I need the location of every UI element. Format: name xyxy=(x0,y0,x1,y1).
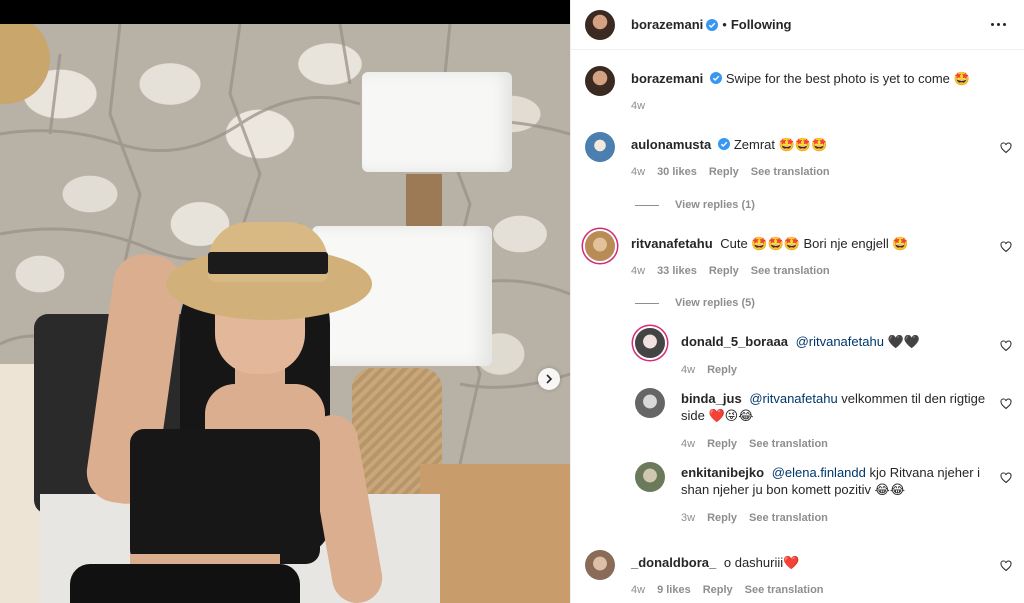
reply-item: enkitanibejko @elena.finlandd kjo Ritvan… xyxy=(635,462,1012,498)
divider xyxy=(635,302,659,304)
reply-text: 🖤🖤 xyxy=(887,334,920,349)
lamp-shade xyxy=(362,72,512,172)
comment-meta: 4w 30 likes Reply See translation xyxy=(631,166,830,178)
timestamp[interactable]: 4w xyxy=(631,166,645,178)
replier-avatar[interactable] xyxy=(635,388,665,418)
reply-button[interactable]: Reply xyxy=(703,584,733,596)
comment-username[interactable]: _donaldbora_ xyxy=(631,555,716,570)
reply-meta: 4w Reply See translation xyxy=(681,438,828,450)
heart-outline-icon[interactable] xyxy=(1000,340,1012,352)
commenter-avatar[interactable] xyxy=(585,550,615,580)
more-options-icon[interactable] xyxy=(987,19,1010,30)
verified-badge-icon xyxy=(710,72,723,84)
heart-outline-icon[interactable] xyxy=(1000,142,1012,154)
replier-avatar[interactable] xyxy=(635,462,665,492)
reply-item: donald_5_boraaa @ritvanafetahu 🖤🖤 xyxy=(635,328,1012,358)
likes-count[interactable]: 33 likes xyxy=(657,265,697,277)
heart-outline-icon[interactable] xyxy=(1000,472,1012,484)
author-avatar[interactable] xyxy=(585,9,615,40)
reply-item: binda_jus @ritvanafetahu velkommen til d… xyxy=(635,388,1012,424)
author-username[interactable]: borazemani xyxy=(631,17,703,32)
see-translation-button[interactable]: See translation xyxy=(751,265,830,277)
reply-button[interactable]: Reply xyxy=(709,166,739,178)
mention-link[interactable]: @elena.finlandd xyxy=(772,465,866,480)
comment-username[interactable]: aulonamusta xyxy=(631,137,711,152)
reply-button[interactable]: Reply xyxy=(707,364,737,376)
reply-meta: 3w Reply See translation xyxy=(681,512,828,524)
post-media xyxy=(0,0,570,603)
verified-badge-icon xyxy=(706,18,719,31)
see-translation-button[interactable]: See translation xyxy=(749,512,828,524)
see-translation-button[interactable]: See translation xyxy=(745,584,824,596)
post-header: borazemani • Following xyxy=(571,0,1024,50)
heart-outline-icon[interactable] xyxy=(1000,398,1012,410)
timestamp[interactable]: 4w xyxy=(631,584,645,596)
comment-text: o dashuriii❤️ xyxy=(723,555,800,570)
heart-outline-icon[interactable] xyxy=(1000,560,1012,572)
replier-avatar[interactable] xyxy=(635,328,665,358)
caption-text: Swipe for the best photo is yet to come … xyxy=(725,71,970,86)
post-photo xyxy=(0,24,570,603)
reply-meta: 4w Reply xyxy=(681,364,737,376)
caption-username[interactable]: borazemani xyxy=(631,71,703,86)
view-replies-label: View replies (5) xyxy=(675,297,755,309)
timestamp[interactable]: 4w xyxy=(681,438,695,450)
comment-item: ritvanafetahu Cute 🤩🤩🤩 Bori nje engjell … xyxy=(585,231,1012,261)
reply-button[interactable]: Reply xyxy=(707,438,737,450)
comment-username[interactable]: ritvanafetahu xyxy=(631,236,713,251)
timestamp[interactable]: 4w xyxy=(631,265,645,277)
author-avatar[interactable] xyxy=(585,66,615,96)
reply-username[interactable]: enkitanibejko xyxy=(681,465,764,480)
commenter-avatar[interactable] xyxy=(585,132,615,162)
comment-item: _donaldbora_ o dashuriii❤️ xyxy=(585,550,1012,580)
mention-link[interactable]: @ritvanafetahu xyxy=(796,334,884,349)
divider xyxy=(635,204,659,206)
view-replies-button[interactable]: View replies (5) xyxy=(635,297,755,309)
timestamp[interactable]: 3w xyxy=(681,512,695,524)
comment-text: Cute 🤩🤩🤩 Bori nje engjell 🤩 xyxy=(720,236,909,251)
separator-dot: • xyxy=(722,17,727,32)
reply-username[interactable]: binda_jus xyxy=(681,391,742,406)
see-translation-button[interactable]: See translation xyxy=(749,438,828,450)
verified-badge-icon xyxy=(718,138,731,150)
comment-item: aulonamusta Zemrat 🤩🤩🤩 xyxy=(585,132,1012,162)
chevron-right-icon xyxy=(546,374,553,384)
commenter-avatar[interactable] xyxy=(585,231,615,261)
reply-button[interactable]: Reply xyxy=(707,512,737,524)
view-replies-label: View replies (1) xyxy=(675,199,755,211)
mention-link[interactable]: @ritvanafetahu xyxy=(749,391,837,406)
comment-meta: 4w 9 likes Reply See translation xyxy=(631,584,824,596)
following-button[interactable]: Following xyxy=(731,17,792,32)
timestamp[interactable]: 4w xyxy=(681,364,695,376)
likes-count[interactable]: 9 likes xyxy=(657,584,691,596)
view-replies-button[interactable]: View replies (1) xyxy=(635,199,755,211)
heart-outline-icon[interactable] xyxy=(1000,241,1012,253)
next-photo-button[interactable] xyxy=(538,368,560,390)
comment-text: Zemrat 🤩🤩🤩 xyxy=(733,137,828,152)
see-translation-button[interactable]: See translation xyxy=(751,166,830,178)
comment-meta: 4w 33 likes Reply See translation xyxy=(631,265,830,277)
timestamp[interactable]: 4w xyxy=(631,100,645,112)
post-caption: borazemani Swipe for the best photo is y… xyxy=(585,66,1012,96)
likes-count[interactable]: 30 likes xyxy=(657,166,697,178)
caption-meta: 4w xyxy=(631,100,645,112)
post-detail-panel: borazemani • Following borazemani Swipe … xyxy=(570,0,1024,603)
reply-username[interactable]: donald_5_boraaa xyxy=(681,334,788,349)
reply-button[interactable]: Reply xyxy=(709,265,739,277)
